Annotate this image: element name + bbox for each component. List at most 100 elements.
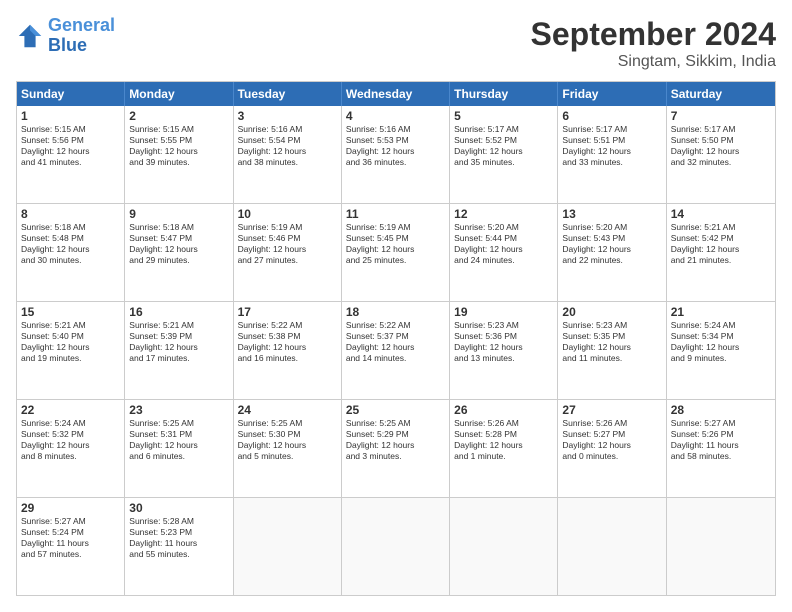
calendar-page: General Blue September 2024 Singtam, Sik… xyxy=(0,0,792,612)
cal-cell-3-2: 24Sunrise: 5:25 AM Sunset: 5:30 PM Dayli… xyxy=(234,400,342,497)
day-info-13: Sunrise: 5:20 AM Sunset: 5:43 PM Dayligh… xyxy=(562,222,661,266)
day-number-3: 3 xyxy=(238,109,337,123)
cal-cell-3-0: 22Sunrise: 5:24 AM Sunset: 5:32 PM Dayli… xyxy=(17,400,125,497)
day-number-24: 24 xyxy=(238,403,337,417)
cal-cell-3-4: 26Sunrise: 5:26 AM Sunset: 5:28 PM Dayli… xyxy=(450,400,558,497)
day-number-1: 1 xyxy=(21,109,120,123)
cal-cell-2-3: 18Sunrise: 5:22 AM Sunset: 5:37 PM Dayli… xyxy=(342,302,450,399)
cal-cell-4-2 xyxy=(234,498,342,595)
day-number-18: 18 xyxy=(346,305,445,319)
header-thursday: Thursday xyxy=(450,82,558,106)
cal-cell-2-0: 15Sunrise: 5:21 AM Sunset: 5:40 PM Dayli… xyxy=(17,302,125,399)
day-number-22: 22 xyxy=(21,403,120,417)
day-info-17: Sunrise: 5:22 AM Sunset: 5:38 PM Dayligh… xyxy=(238,320,337,364)
day-info-4: Sunrise: 5:16 AM Sunset: 5:53 PM Dayligh… xyxy=(346,124,445,168)
day-info-8: Sunrise: 5:18 AM Sunset: 5:48 PM Dayligh… xyxy=(21,222,120,266)
day-info-28: Sunrise: 5:27 AM Sunset: 5:26 PM Dayligh… xyxy=(671,418,771,462)
logo-text: General Blue xyxy=(48,16,115,56)
day-number-9: 9 xyxy=(129,207,228,221)
cal-cell-0-2: 3Sunrise: 5:16 AM Sunset: 5:54 PM Daylig… xyxy=(234,106,342,203)
day-number-16: 16 xyxy=(129,305,228,319)
cal-cell-4-5 xyxy=(558,498,666,595)
month-title: September 2024 xyxy=(531,16,776,53)
cal-cell-0-5: 6Sunrise: 5:17 AM Sunset: 5:51 PM Daylig… xyxy=(558,106,666,203)
day-number-23: 23 xyxy=(129,403,228,417)
cal-cell-0-3: 4Sunrise: 5:16 AM Sunset: 5:53 PM Daylig… xyxy=(342,106,450,203)
day-info-27: Sunrise: 5:26 AM Sunset: 5:27 PM Dayligh… xyxy=(562,418,661,462)
calendar-body: 1Sunrise: 5:15 AM Sunset: 5:56 PM Daylig… xyxy=(17,106,775,595)
cal-cell-1-6: 14Sunrise: 5:21 AM Sunset: 5:42 PM Dayli… xyxy=(667,204,775,301)
day-info-1: Sunrise: 5:15 AM Sunset: 5:56 PM Dayligh… xyxy=(21,124,120,168)
day-number-11: 11 xyxy=(346,207,445,221)
day-info-16: Sunrise: 5:21 AM Sunset: 5:39 PM Dayligh… xyxy=(129,320,228,364)
cal-cell-0-6: 7Sunrise: 5:17 AM Sunset: 5:50 PM Daylig… xyxy=(667,106,775,203)
cal-cell-3-6: 28Sunrise: 5:27 AM Sunset: 5:26 PM Dayli… xyxy=(667,400,775,497)
day-info-22: Sunrise: 5:24 AM Sunset: 5:32 PM Dayligh… xyxy=(21,418,120,462)
header-tuesday: Tuesday xyxy=(234,82,342,106)
day-info-10: Sunrise: 5:19 AM Sunset: 5:46 PM Dayligh… xyxy=(238,222,337,266)
day-number-5: 5 xyxy=(454,109,553,123)
day-info-3: Sunrise: 5:16 AM Sunset: 5:54 PM Dayligh… xyxy=(238,124,337,168)
header-monday: Monday xyxy=(125,82,233,106)
day-info-11: Sunrise: 5:19 AM Sunset: 5:45 PM Dayligh… xyxy=(346,222,445,266)
day-info-24: Sunrise: 5:25 AM Sunset: 5:30 PM Dayligh… xyxy=(238,418,337,462)
cal-cell-1-4: 12Sunrise: 5:20 AM Sunset: 5:44 PM Dayli… xyxy=(450,204,558,301)
cal-cell-4-0: 29Sunrise: 5:27 AM Sunset: 5:24 PM Dayli… xyxy=(17,498,125,595)
calendar-row-3: 22Sunrise: 5:24 AM Sunset: 5:32 PM Dayli… xyxy=(17,399,775,497)
day-number-29: 29 xyxy=(21,501,120,515)
day-info-29: Sunrise: 5:27 AM Sunset: 5:24 PM Dayligh… xyxy=(21,516,120,560)
calendar: Sunday Monday Tuesday Wednesday Thursday… xyxy=(16,81,776,596)
title-block: September 2024 Singtam, Sikkim, India xyxy=(531,16,776,71)
day-info-14: Sunrise: 5:21 AM Sunset: 5:42 PM Dayligh… xyxy=(671,222,771,266)
day-number-12: 12 xyxy=(454,207,553,221)
day-number-17: 17 xyxy=(238,305,337,319)
calendar-header: Sunday Monday Tuesday Wednesday Thursday… xyxy=(17,82,775,106)
cal-cell-2-2: 17Sunrise: 5:22 AM Sunset: 5:38 PM Dayli… xyxy=(234,302,342,399)
day-info-2: Sunrise: 5:15 AM Sunset: 5:55 PM Dayligh… xyxy=(129,124,228,168)
day-info-30: Sunrise: 5:28 AM Sunset: 5:23 PM Dayligh… xyxy=(129,516,228,560)
cal-cell-1-5: 13Sunrise: 5:20 AM Sunset: 5:43 PM Dayli… xyxy=(558,204,666,301)
day-number-26: 26 xyxy=(454,403,553,417)
calendar-row-2: 15Sunrise: 5:21 AM Sunset: 5:40 PM Dayli… xyxy=(17,301,775,399)
day-info-23: Sunrise: 5:25 AM Sunset: 5:31 PM Dayligh… xyxy=(129,418,228,462)
day-info-21: Sunrise: 5:24 AM Sunset: 5:34 PM Dayligh… xyxy=(671,320,771,364)
day-number-4: 4 xyxy=(346,109,445,123)
day-info-19: Sunrise: 5:23 AM Sunset: 5:36 PM Dayligh… xyxy=(454,320,553,364)
day-number-14: 14 xyxy=(671,207,771,221)
cal-cell-1-0: 8Sunrise: 5:18 AM Sunset: 5:48 PM Daylig… xyxy=(17,204,125,301)
day-number-8: 8 xyxy=(21,207,120,221)
day-number-20: 20 xyxy=(562,305,661,319)
cal-cell-4-1: 30Sunrise: 5:28 AM Sunset: 5:23 PM Dayli… xyxy=(125,498,233,595)
cal-cell-1-1: 9Sunrise: 5:18 AM Sunset: 5:47 PM Daylig… xyxy=(125,204,233,301)
cal-cell-4-6 xyxy=(667,498,775,595)
day-number-10: 10 xyxy=(238,207,337,221)
cal-cell-3-5: 27Sunrise: 5:26 AM Sunset: 5:27 PM Dayli… xyxy=(558,400,666,497)
calendar-row-1: 8Sunrise: 5:18 AM Sunset: 5:48 PM Daylig… xyxy=(17,203,775,301)
day-number-19: 19 xyxy=(454,305,553,319)
page-header: General Blue September 2024 Singtam, Sik… xyxy=(16,16,776,71)
logo-icon xyxy=(16,22,44,50)
header-wednesday: Wednesday xyxy=(342,82,450,106)
location-title: Singtam, Sikkim, India xyxy=(531,53,776,71)
day-info-9: Sunrise: 5:18 AM Sunset: 5:47 PM Dayligh… xyxy=(129,222,228,266)
cal-cell-3-3: 25Sunrise: 5:25 AM Sunset: 5:29 PM Dayli… xyxy=(342,400,450,497)
day-info-18: Sunrise: 5:22 AM Sunset: 5:37 PM Dayligh… xyxy=(346,320,445,364)
day-number-13: 13 xyxy=(562,207,661,221)
cal-cell-4-4 xyxy=(450,498,558,595)
cal-cell-1-2: 10Sunrise: 5:19 AM Sunset: 5:46 PM Dayli… xyxy=(234,204,342,301)
cal-cell-0-0: 1Sunrise: 5:15 AM Sunset: 5:56 PM Daylig… xyxy=(17,106,125,203)
cal-cell-1-3: 11Sunrise: 5:19 AM Sunset: 5:45 PM Dayli… xyxy=(342,204,450,301)
cal-cell-2-6: 21Sunrise: 5:24 AM Sunset: 5:34 PM Dayli… xyxy=(667,302,775,399)
day-info-6: Sunrise: 5:17 AM Sunset: 5:51 PM Dayligh… xyxy=(562,124,661,168)
cal-cell-2-5: 20Sunrise: 5:23 AM Sunset: 5:35 PM Dayli… xyxy=(558,302,666,399)
day-number-6: 6 xyxy=(562,109,661,123)
header-saturday: Saturday xyxy=(667,82,775,106)
header-friday: Friday xyxy=(558,82,666,106)
day-info-25: Sunrise: 5:25 AM Sunset: 5:29 PM Dayligh… xyxy=(346,418,445,462)
day-info-5: Sunrise: 5:17 AM Sunset: 5:52 PM Dayligh… xyxy=(454,124,553,168)
cal-cell-4-3 xyxy=(342,498,450,595)
cal-cell-0-4: 5Sunrise: 5:17 AM Sunset: 5:52 PM Daylig… xyxy=(450,106,558,203)
day-number-15: 15 xyxy=(21,305,120,319)
day-number-25: 25 xyxy=(346,403,445,417)
logo: General Blue xyxy=(16,16,115,56)
